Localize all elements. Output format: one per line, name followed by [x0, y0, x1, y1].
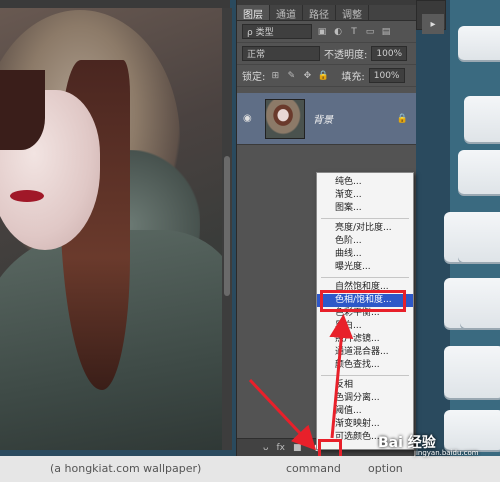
- blend-mode-select[interactable]: 正常: [242, 46, 320, 61]
- blend-row: 正常 不透明度: 100%: [237, 43, 416, 65]
- command-key-label: command: [286, 462, 341, 475]
- menu-item-gradient-map[interactable]: 渐变映射...: [317, 418, 413, 431]
- tab-layers[interactable]: 图层: [237, 5, 270, 21]
- lock-all-icon[interactable]: 🔒: [317, 70, 329, 82]
- tab-adjustments[interactable]: 调整: [336, 5, 369, 21]
- menu-item-threshold[interactable]: 阈值...: [317, 405, 413, 418]
- bottom-strip: (a hongkiat.com wallpaper) command optio…: [0, 456, 500, 482]
- keyboard-background: [444, 0, 500, 482]
- filter-kind-select[interactable]: ρ 类型: [242, 24, 312, 39]
- filter-row: ρ 类型 ▣ ◐ T ▭ ▤: [237, 21, 416, 43]
- highlight-box-menu: [320, 290, 406, 312]
- menu-item-solid-color[interactable]: 纯色...: [317, 176, 413, 189]
- wallpaper-credit: (a hongkiat.com wallpaper): [50, 462, 202, 475]
- scrollbar-thumb[interactable]: [224, 156, 230, 296]
- fill-input[interactable]: 100%: [368, 68, 405, 83]
- opacity-input[interactable]: 100%: [371, 46, 408, 61]
- ruler: [0, 0, 230, 8]
- menu-item-black-white[interactable]: 黑白...: [317, 320, 413, 333]
- photo-lips: [10, 190, 44, 202]
- key: [458, 150, 500, 194]
- filter-pixel-icon[interactable]: ▣: [316, 26, 328, 38]
- filter-adjust-icon[interactable]: ◐: [332, 26, 344, 38]
- menu-item-exposure[interactable]: 曝光度...: [317, 261, 413, 274]
- lock-move-icon[interactable]: ✥: [301, 70, 313, 82]
- menu-item-pattern[interactable]: 图案...: [317, 202, 413, 215]
- mask-icon[interactable]: ■: [293, 443, 302, 453]
- menu-separator: [321, 375, 409, 376]
- key: [464, 96, 500, 142]
- filter-shape-icon[interactable]: ▭: [364, 26, 376, 38]
- canvas-scrollbar[interactable]: [222, 8, 232, 450]
- key: [458, 212, 500, 262]
- option-key-label: option: [368, 462, 403, 475]
- filter-type-icon[interactable]: T: [348, 26, 360, 38]
- layer-lock-icon: 🔒: [396, 113, 408, 124]
- menu-item-levels[interactable]: 色阶...: [317, 235, 413, 248]
- key: [458, 26, 500, 60]
- lock-transparent-icon[interactable]: ⊞: [269, 70, 281, 82]
- eye-icon[interactable]: ◉: [243, 113, 257, 124]
- watermark-url: jingyan.baidu.com: [414, 449, 479, 457]
- lock-label: 锁定:: [242, 72, 266, 83]
- menu-item-gradient[interactable]: 渐变...: [317, 189, 413, 202]
- link-layers-icon[interactable]: ᴗ: [263, 443, 269, 453]
- layer-thumbnail: [265, 98, 305, 139]
- menu-item-channel-mixer[interactable]: 通道混合器...: [317, 346, 413, 359]
- photo-bangs: [0, 70, 45, 150]
- menu-item-photo-filter[interactable]: 照片滤镜...: [317, 333, 413, 346]
- menu-item-brightness-contrast[interactable]: 亮度/对比度...: [317, 222, 413, 235]
- panel-toggle-icon[interactable]: ▸: [422, 14, 444, 34]
- menu-separator: [321, 277, 409, 278]
- opacity-label: 不透明度:: [324, 50, 368, 61]
- menu-item-posterize[interactable]: 色调分离...: [317, 392, 413, 405]
- panel-tabs: 图层 通道 路径 调整: [237, 5, 416, 21]
- menu-item-color-lookup[interactable]: 颜色查找...: [317, 359, 413, 372]
- menu-item-invert[interactable]: 反相: [317, 379, 413, 392]
- fill-label: 填充:: [341, 72, 365, 83]
- fx-icon[interactable]: fx: [277, 443, 286, 453]
- baidu-watermark: Bai 经验 jingyan.baidu.com: [378, 432, 479, 457]
- image-canvas[interactable]: [0, 0, 230, 450]
- menu-separator: [321, 218, 409, 219]
- menu-item-curves[interactable]: 曲线...: [317, 248, 413, 261]
- filter-smart-icon[interactable]: ▤: [380, 26, 392, 38]
- lock-brush-icon[interactable]: ✎: [285, 70, 297, 82]
- tab-channels[interactable]: 通道: [270, 5, 303, 21]
- key: [444, 346, 500, 398]
- tab-paths[interactable]: 路径: [303, 5, 336, 21]
- layer-name: 背景: [313, 115, 333, 126]
- key: [460, 278, 500, 328]
- lock-row: 锁定: ⊞ ✎ ✥ 🔒 填充: 100%: [237, 65, 416, 87]
- layer-row-background[interactable]: ◉ 背景 🔒: [237, 93, 416, 145]
